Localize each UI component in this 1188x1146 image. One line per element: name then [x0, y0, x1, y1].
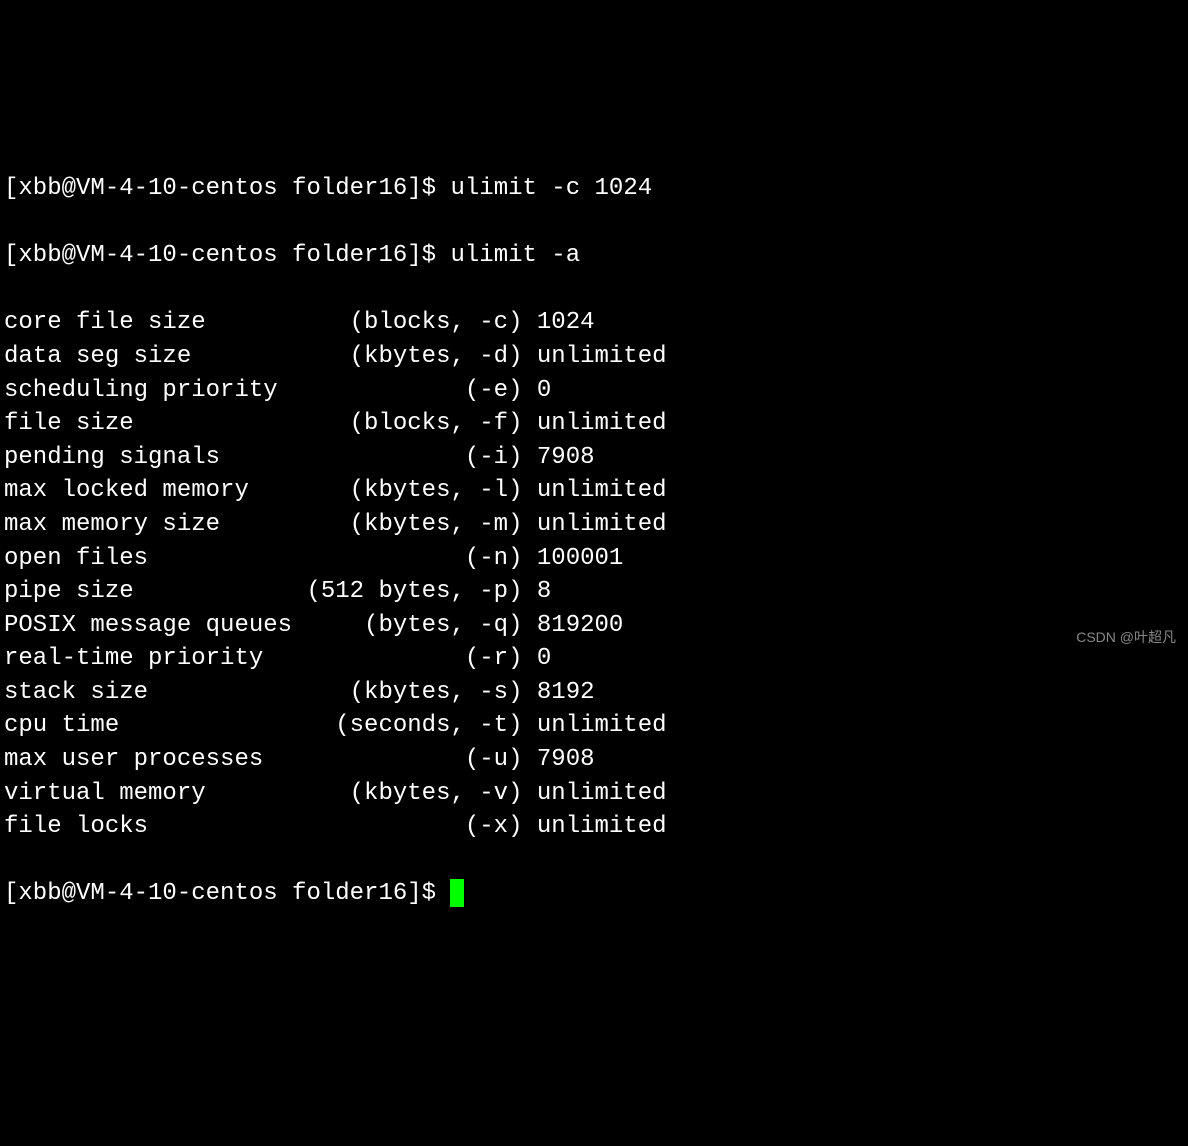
ulimit-value: 8192 [522, 679, 594, 706]
ulimit-row: max locked memory (kbytes, -l) unlimited [4, 474, 1184, 508]
ulimit-row: POSIX message queues (bytes, -q) 819200 [4, 609, 1184, 643]
ulimit-value: 0 [522, 377, 551, 404]
ulimit-label: virtual memory (kbytes, -v) [4, 780, 522, 807]
ulimit-value: unlimited [522, 410, 666, 437]
ulimit-label: max locked memory (kbytes, -l) [4, 477, 522, 504]
ulimit-label: file locks (-x) [4, 813, 522, 840]
command-line-3[interactable]: [xbb@VM-4-10-centos folder16]$ [4, 877, 1184, 911]
ulimit-row: max user processes (-u) 7908 [4, 743, 1184, 777]
ulimit-row: pipe size (512 bytes, -p) 8 [4, 575, 1184, 609]
ulimit-label: core file size (blocks, -c) [4, 309, 522, 336]
ulimit-value: 100001 [522, 545, 623, 572]
ulimit-value: unlimited [522, 712, 666, 739]
ulimit-label: cpu time (seconds, -t) [4, 712, 522, 739]
command-line-2: [xbb@VM-4-10-centos folder16]$ ulimit -a [4, 239, 1184, 273]
ulimit-row: real-time priority (-r) 0 [4, 642, 1184, 676]
ulimit-row: scheduling priority (-e) 0 [4, 374, 1184, 408]
ulimit-row: file locks (-x) unlimited [4, 810, 1184, 844]
ulimit-label: open files (-n) [4, 545, 522, 572]
ulimit-label: POSIX message queues (bytes, -q) [4, 612, 522, 639]
command-text: ulimit -c 1024 [450, 175, 652, 202]
shell-prompt: [xbb@VM-4-10-centos folder16]$ [4, 242, 450, 269]
ulimit-label: max user processes (-u) [4, 746, 522, 773]
ulimit-value: 7908 [522, 746, 594, 773]
ulimit-value: 7908 [522, 444, 594, 471]
ulimit-value: 819200 [522, 612, 623, 639]
ulimit-label: max memory size (kbytes, -m) [4, 511, 522, 538]
shell-prompt: [xbb@VM-4-10-centos folder16]$ [4, 880, 450, 907]
watermark-text: CSDN @叶超凡 [1076, 628, 1176, 648]
ulimit-list: core file size (blocks, -c) 1024data seg… [4, 306, 1184, 844]
ulimit-value: unlimited [522, 477, 666, 504]
ulimit-row: pending signals (-i) 7908 [4, 441, 1184, 475]
ulimit-row: core file size (blocks, -c) 1024 [4, 306, 1184, 340]
ulimit-label: data seg size (kbytes, -d) [4, 343, 522, 370]
terminal-output: [xbb@VM-4-10-centos folder16]$ ulimit -c… [4, 138, 1184, 944]
ulimit-label: stack size (kbytes, -s) [4, 679, 522, 706]
ulimit-value: unlimited [522, 780, 666, 807]
ulimit-value: unlimited [522, 511, 666, 538]
command-line-1: [xbb@VM-4-10-centos folder16]$ ulimit -c… [4, 172, 1184, 206]
ulimit-row: max memory size (kbytes, -m) unlimited [4, 508, 1184, 542]
ulimit-value: 8 [522, 578, 551, 605]
ulimit-value: unlimited [522, 813, 666, 840]
ulimit-label: real-time priority (-r) [4, 645, 522, 672]
ulimit-label: pending signals (-i) [4, 444, 522, 471]
cursor-icon [450, 879, 464, 907]
ulimit-row: stack size (kbytes, -s) 8192 [4, 676, 1184, 710]
ulimit-row: virtual memory (kbytes, -v) unlimited [4, 777, 1184, 811]
ulimit-label: scheduling priority (-e) [4, 377, 522, 404]
ulimit-label: pipe size (512 bytes, -p) [4, 578, 522, 605]
command-text: ulimit -a [450, 242, 580, 269]
ulimit-row: open files (-n) 100001 [4, 542, 1184, 576]
ulimit-label: file size (blocks, -f) [4, 410, 522, 437]
ulimit-value: 0 [522, 645, 551, 672]
ulimit-row: data seg size (kbytes, -d) unlimited [4, 340, 1184, 374]
ulimit-row: file size (blocks, -f) unlimited [4, 407, 1184, 441]
ulimit-value: unlimited [522, 343, 666, 370]
ulimit-value: 1024 [522, 309, 594, 336]
ulimit-row: cpu time (seconds, -t) unlimited [4, 709, 1184, 743]
shell-prompt: [xbb@VM-4-10-centos folder16]$ [4, 175, 450, 202]
